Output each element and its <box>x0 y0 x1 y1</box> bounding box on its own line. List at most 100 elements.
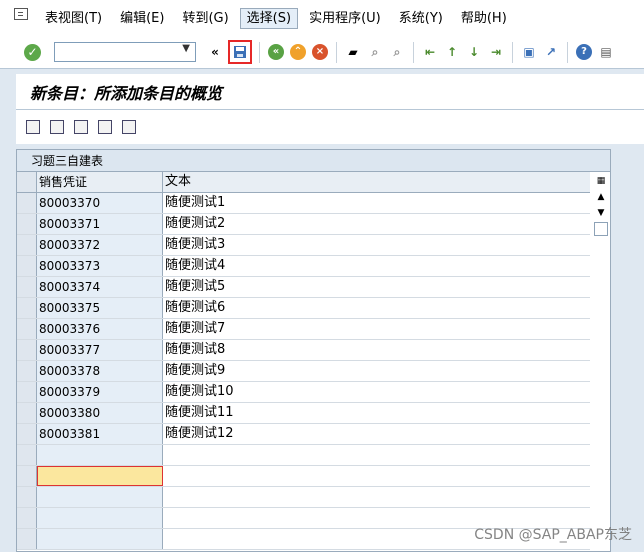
text-cell[interactable]: 随便测试3 <box>163 235 590 255</box>
text-cell[interactable]: 随便测试9 <box>163 361 590 381</box>
select-all-icon[interactable] <box>74 120 88 134</box>
table-row[interactable]: 80003374 随便测试5 <box>17 277 590 298</box>
text-cell[interactable]: 随便测试6 <box>163 298 590 318</box>
cancel-icon[interactable]: × <box>311 43 329 61</box>
next-page-icon[interactable]: ↓ <box>465 43 483 61</box>
scroll-up-icon[interactable]: ▲ <box>594 190 608 204</box>
text-cell[interactable] <box>163 445 590 465</box>
sales-document-cell[interactable]: 80003375 <box>37 298 163 318</box>
text-cell[interactable] <box>163 487 590 507</box>
column-header[interactable]: 文本 <box>163 172 590 192</box>
row-selector[interactable] <box>17 256 37 276</box>
row-selector[interactable] <box>17 424 37 444</box>
prev-page-icon[interactable]: ↑ <box>443 43 461 61</box>
help-icon[interactable]: ? <box>575 43 593 61</box>
text-cell[interactable]: 随便测试5 <box>163 277 590 297</box>
sales-document-cell[interactable]: 80003370 <box>37 193 163 213</box>
row-selector[interactable] <box>17 466 37 486</box>
exit-icon[interactable]: ⌃ <box>289 43 307 61</box>
first-page-icon[interactable]: ⇤ <box>421 43 439 61</box>
sales-document-cell[interactable] <box>37 508 163 528</box>
menu-item[interactable]: 系统(Y) <box>392 8 450 29</box>
row-selector[interactable] <box>17 235 37 255</box>
row-selector[interactable] <box>17 382 37 402</box>
menu-icon[interactable] <box>14 8 28 20</box>
print-icon[interactable]: ▰ <box>344 43 362 61</box>
row-selector[interactable] <box>17 193 37 213</box>
table-row[interactable]: 80003372 随便测试3 <box>17 235 590 256</box>
command-field[interactable]: ▼ <box>54 42 196 62</box>
table-row[interactable]: 80003378 随便测试9 <box>17 361 590 382</box>
row-selector[interactable] <box>17 445 37 465</box>
text-cell[interactable]: 随便测试4 <box>163 256 590 276</box>
sales-document-cell[interactable] <box>37 466 163 486</box>
last-page-icon[interactable]: ⇥ <box>487 43 505 61</box>
empty-row[interactable] <box>17 445 590 466</box>
sales-document-cell[interactable]: 80003381 <box>37 424 163 444</box>
sales-document-cell[interactable]: 80003373 <box>37 256 163 276</box>
sales-document-cell[interactable] <box>37 445 163 465</box>
chevron-down-icon[interactable]: ▼ <box>182 43 190 54</box>
table-row[interactable]: 80003379 随便测试10 <box>17 382 590 403</box>
scroll-down-icon[interactable]: ▼ <box>594 206 608 220</box>
sales-document-cell[interactable] <box>37 487 163 507</box>
table-row[interactable]: 80003370 随便测试1 <box>17 193 590 214</box>
double-chevron-left-icon[interactable]: « <box>206 43 224 61</box>
layout-icon[interactable]: ▤ <box>597 43 615 61</box>
sales-document-cell[interactable]: 80003377 <box>37 340 163 360</box>
row-selector[interactable] <box>17 508 37 528</box>
table-row[interactable]: 80003380 随便测试11 <box>17 403 590 424</box>
select-all-column[interactable] <box>17 172 37 192</box>
sales-document-cell[interactable]: 80003371 <box>37 214 163 234</box>
menu-item[interactable]: 编辑(E) <box>113 8 171 29</box>
menu-item[interactable]: 选择(S) <box>239 7 299 29</box>
sales-document-cell[interactable] <box>37 529 163 549</box>
find-icon[interactable]: ⌕ <box>366 43 384 61</box>
scroll-thumb[interactable] <box>594 222 608 236</box>
back-icon[interactable]: « <box>267 43 285 61</box>
row-selector[interactable] <box>17 340 37 360</box>
sales-document-cell[interactable]: 80003379 <box>37 382 163 402</box>
row-selector[interactable] <box>17 403 37 423</box>
row-selector[interactable] <box>17 487 37 507</box>
menu-item[interactable]: 帮助(H) <box>454 8 514 29</box>
text-cell[interactable]: 随便测试1 <box>163 193 590 213</box>
sales-document-cell[interactable]: 80003380 <box>37 403 163 423</box>
text-cell[interactable] <box>163 466 590 486</box>
table-row[interactable]: 80003381 随便测试12 <box>17 424 590 445</box>
row-selector[interactable] <box>17 214 37 234</box>
save-icon[interactable] <box>228 40 252 64</box>
table-row[interactable]: 80003373 随便测试4 <box>17 256 590 277</box>
enter-icon[interactable]: ✓ <box>24 43 41 61</box>
sales-document-cell[interactable]: 80003372 <box>37 235 163 255</box>
table-row[interactable]: 80003376 随便测试7 <box>17 319 590 340</box>
deselect-icon[interactable] <box>122 120 136 134</box>
find-next-icon[interactable]: ⌕ <box>388 43 406 61</box>
table-settings-icon[interactable]: ▦ <box>594 174 608 188</box>
delete-row-icon[interactable] <box>50 120 64 134</box>
new-session-icon[interactable]: ▣ <box>520 43 538 61</box>
text-cell[interactable]: 随便测试10 <box>163 382 590 402</box>
edit-icon[interactable] <box>26 120 40 134</box>
text-cell[interactable]: 随便测试12 <box>163 424 590 444</box>
empty-row[interactable] <box>17 487 590 508</box>
vertical-scrollbar[interactable]: ▦ ▲ ▼ <box>592 172 610 550</box>
select-block-icon[interactable] <box>98 120 112 134</box>
shortcut-icon[interactable]: ↗ <box>542 43 560 61</box>
text-cell[interactable]: 随便测试7 <box>163 319 590 339</box>
sales-document-cell[interactable]: 80003374 <box>37 277 163 297</box>
column-header[interactable]: 销售凭证 <box>37 172 163 192</box>
text-cell[interactable]: 随便测试11 <box>163 403 590 423</box>
row-selector[interactable] <box>17 361 37 381</box>
menu-item[interactable]: 转到(G) <box>175 8 235 29</box>
row-selector[interactable] <box>17 277 37 297</box>
table-row[interactable]: 80003375 随便测试6 <box>17 298 590 319</box>
text-cell[interactable]: 随便测试8 <box>163 340 590 360</box>
empty-row[interactable] <box>17 466 590 487</box>
row-selector[interactable] <box>17 319 37 339</box>
table-row[interactable]: 80003377 随便测试8 <box>17 340 590 361</box>
sales-document-cell[interactable]: 80003376 <box>37 319 163 339</box>
row-selector[interactable] <box>17 298 37 318</box>
menu-item[interactable]: 表视图(T) <box>38 8 109 29</box>
text-cell[interactable]: 随便测试2 <box>163 214 590 234</box>
